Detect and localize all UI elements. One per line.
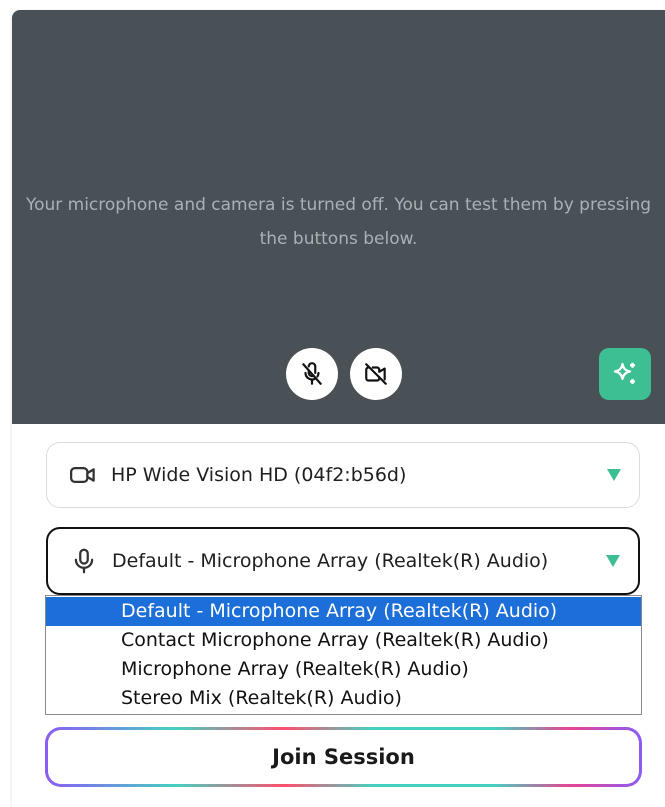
preview-message: Your microphone and camera is turned off… <box>25 195 652 249</box>
microphone-option[interactable]: Stereo Mix (Realtek(R) Audio) <box>46 684 641 713</box>
microphone-option[interactable]: Default - Microphone Array (Realtek(R) A… <box>46 597 641 626</box>
microphone-option[interactable]: Contact Microphone Array (Realtek(R) Aud… <box>46 626 641 655</box>
session-setup-card: Your microphone and camera is turned off… <box>12 10 665 807</box>
sparkles-icon <box>613 362 635 384</box>
chevron-down-icon <box>607 469 621 481</box>
join-session-button[interactable]: Join Session <box>45 727 642 787</box>
microphone-select[interactable]: Default - Microphone Array (Realtek(R) A… <box>46 527 640 595</box>
join-session-label: Join Session <box>48 730 639 784</box>
camera-select-value: HP Wide Vision HD (04f2:b56d) <box>111 464 407 486</box>
microphone-select-value: Default - Microphone Array (Realtek(R) A… <box>112 550 549 572</box>
chevron-down-icon <box>606 555 620 567</box>
camera-off-icon <box>365 363 387 385</box>
toggle-microphone-button[interactable] <box>286 348 338 400</box>
microphone-option[interactable]: Microphone Array (Realtek(R) Audio) <box>46 655 641 684</box>
toggle-camera-button[interactable] <box>350 348 402 400</box>
microphone-icon <box>74 548 94 574</box>
video-preview: Your microphone and camera is turned off… <box>12 10 665 424</box>
microphone-options-list: Default - Microphone Array (Realtek(R) A… <box>45 595 642 715</box>
effects-button[interactable] <box>599 348 651 400</box>
video-camera-icon <box>70 467 95 483</box>
mic-off-icon <box>302 362 322 385</box>
camera-select[interactable]: HP Wide Vision HD (04f2:b56d) <box>46 442 640 508</box>
